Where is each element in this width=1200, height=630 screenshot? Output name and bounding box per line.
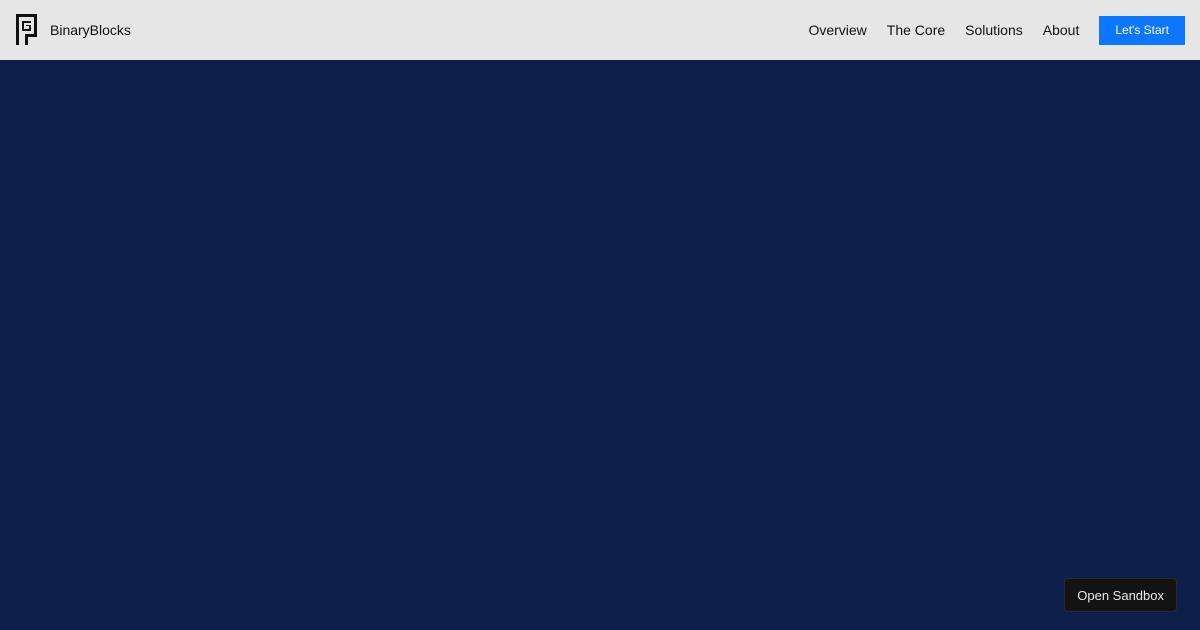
lets-start-button[interactable]: Let's Start: [1099, 15, 1185, 45]
open-sandbox-button[interactable]: Open Sandbox: [1064, 578, 1177, 612]
hero-section: [0, 60, 1200, 630]
nav-about[interactable]: About: [1043, 22, 1080, 38]
site-header: BinaryBlocks Overview The Core Solutions…: [0, 0, 1200, 60]
brand-link[interactable]: BinaryBlocks: [14, 12, 131, 48]
nav-solutions[interactable]: Solutions: [965, 22, 1023, 38]
main-nav: Overview The Core Solutions About Let's …: [808, 15, 1185, 45]
brand-name: BinaryBlocks: [50, 22, 131, 38]
nav-the-core[interactable]: The Core: [887, 22, 945, 38]
nav-overview[interactable]: Overview: [808, 22, 866, 38]
spiral-square-logo-icon: [16, 14, 37, 45]
